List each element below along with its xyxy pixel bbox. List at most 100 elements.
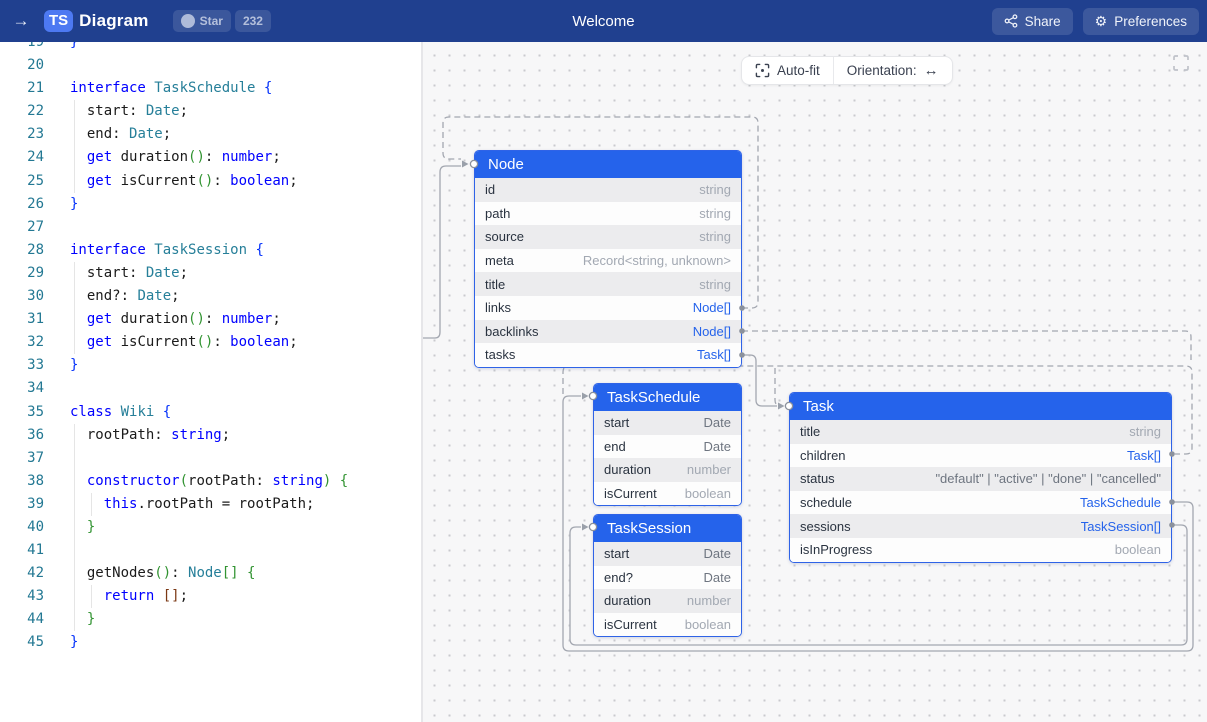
code-text: end?: Date;	[70, 288, 180, 304]
entity-title-taskschedule[interactable]: TaskSchedule	[594, 384, 741, 411]
code-line-20[interactable]: 20	[0, 54, 421, 77]
entity-title-node[interactable]: Node	[475, 151, 741, 178]
code-text: class Wiki {	[70, 404, 171, 420]
edge-arrowhead	[582, 524, 589, 531]
entity-row-task-status: status"default" | "active" | "done" | "c…	[790, 467, 1171, 491]
code-line-29[interactable]: 29 start: Date;	[0, 262, 421, 285]
github-star-button[interactable]: Star	[173, 10, 231, 32]
code-text: get isCurrent(): boolean;	[70, 334, 298, 350]
entity-box-tasksession[interactable]: TaskSessionstartDateend?Datedurationnumb…	[593, 514, 742, 637]
code-line-33[interactable]: 33}	[0, 354, 421, 377]
code-line-23[interactable]: 23 end: Date;	[0, 123, 421, 146]
orientation-button[interactable]: Orientation: ↔	[834, 57, 952, 84]
code-line-27[interactable]: 27	[0, 216, 421, 239]
diagram-canvas[interactable]: NodeidstringpathstringsourcestringmetaRe…	[423, 42, 1207, 722]
property-type: string	[699, 206, 731, 221]
entity-row-taskschedule-end: endDate	[594, 435, 741, 459]
line-number: 24	[0, 146, 44, 169]
code-line-37[interactable]: 37	[0, 447, 421, 470]
code-line-43[interactable]: 43 return [];	[0, 585, 421, 608]
code-line-32[interactable]: 32 get isCurrent(): boolean;	[0, 331, 421, 354]
code-line-25[interactable]: 25 get isCurrent(): boolean;	[0, 170, 421, 193]
code-line-21[interactable]: 21interface TaskSchedule {	[0, 77, 421, 100]
logo-text: Diagram	[79, 11, 148, 31]
line-number: 40	[0, 516, 44, 539]
fullscreen-button[interactable]	[1171, 54, 1191, 74]
code-line-45[interactable]: 45}	[0, 631, 421, 654]
code-text: }	[70, 42, 78, 50]
code-line-31[interactable]: 31 get duration(): number;	[0, 308, 421, 331]
property-type: Date	[704, 546, 731, 561]
indent-guide	[74, 308, 75, 331]
entity-title-task[interactable]: Task	[790, 393, 1171, 420]
entity-row-node-source: sourcestring	[475, 225, 741, 249]
entity-box-node[interactable]: NodeidstringpathstringsourcestringmetaRe…	[474, 150, 742, 368]
indent-guide	[74, 516, 75, 539]
property-name: children	[800, 448, 846, 463]
entity-row-task-schedule: scheduleTaskSchedule	[790, 491, 1171, 515]
preferences-label: Preferences	[1114, 14, 1187, 29]
entity-row-tasksession-end: end?Date	[594, 566, 741, 590]
code-line-26[interactable]: 26}	[0, 193, 421, 216]
property-type[interactable]: Node[]	[693, 324, 731, 339]
edge-wiki-to-node	[423, 166, 461, 338]
property-type[interactable]: Node[]	[693, 300, 731, 315]
share-label: Share	[1025, 14, 1061, 29]
code-line-30[interactable]: 30 end?: Date;	[0, 285, 421, 308]
indent-guide	[74, 493, 75, 516]
indent-guide	[74, 331, 75, 354]
share-icon	[1004, 14, 1018, 28]
code-line-44[interactable]: 44 }	[0, 608, 421, 631]
indent-guide	[91, 493, 92, 516]
line-number: 43	[0, 585, 44, 608]
property-name: status	[800, 471, 835, 486]
property-type[interactable]: Task[]	[697, 347, 731, 362]
code-line-19[interactable]: 19}	[0, 42, 421, 54]
github-star-count[interactable]: 232	[235, 10, 271, 32]
property-type: string	[699, 277, 731, 292]
code-line-36[interactable]: 36 rootPath: string;	[0, 424, 421, 447]
indent-guide	[74, 585, 75, 608]
topbar: → TS Diagram Star 232 Welcome Share ⚙ Pr…	[0, 0, 1207, 42]
share-button[interactable]: Share	[992, 8, 1073, 35]
auto-fit-button[interactable]: Auto-fit	[742, 57, 833, 84]
line-number: 44	[0, 608, 44, 631]
line-number: 20	[0, 54, 44, 77]
github-star-widget[interactable]: Star 232	[173, 10, 271, 32]
entity-box-taskschedule[interactable]: TaskSchedulestartDateendDatedurationnumb…	[593, 383, 742, 506]
entity-row-node-meta: metaRecord<string, unknown>	[475, 249, 741, 273]
code-line-24[interactable]: 24 get duration(): number;	[0, 146, 421, 169]
indent-guide	[91, 585, 92, 608]
code-line-41[interactable]: 41	[0, 539, 421, 562]
entity-title-tasksession[interactable]: TaskSession	[594, 515, 741, 542]
code-text: }	[70, 357, 78, 373]
entity-row-tasksession-start: startDate	[594, 542, 741, 566]
entity-row-tasksession-isCurrent: isCurrentboolean	[594, 613, 741, 637]
code-line-42[interactable]: 42 getNodes(): Node[] {	[0, 562, 421, 585]
code-editor[interactable]: 19}2021interface TaskSchedule {22 start:…	[0, 42, 423, 722]
code-line-39[interactable]: 39 this.rootPath = rootPath;	[0, 493, 421, 516]
code-line-22[interactable]: 22 start: Date;	[0, 100, 421, 123]
code-line-34[interactable]: 34	[0, 377, 421, 400]
property-type[interactable]: TaskSchedule	[1080, 495, 1161, 510]
code-line-40[interactable]: 40 }	[0, 516, 421, 539]
preferences-button[interactable]: ⚙ Preferences	[1083, 8, 1199, 35]
property-type[interactable]: TaskSession[]	[1081, 519, 1161, 534]
entity-box-task[interactable]: TasktitlestringchildrenTask[]status"defa…	[789, 392, 1172, 563]
code-line-28[interactable]: 28interface TaskSession {	[0, 239, 421, 262]
collapse-editor-icon[interactable]: →	[8, 11, 34, 31]
code-text: interface TaskSession {	[70, 242, 264, 258]
property-type: Record<string, unknown>	[583, 253, 731, 268]
property-type[interactable]: Task[]	[1127, 448, 1161, 463]
property-type: Date	[704, 439, 731, 454]
edge-arrowhead	[778, 403, 785, 410]
line-number: 36	[0, 424, 44, 447]
code-line-35[interactable]: 35class Wiki {	[0, 401, 421, 424]
code-text: rootPath: string;	[70, 427, 230, 443]
line-number: 19	[0, 42, 44, 54]
line-number: 23	[0, 123, 44, 146]
edge-arrowhead	[582, 393, 589, 400]
code-line-38[interactable]: 38 constructor(rootPath: string) {	[0, 470, 421, 493]
line-number: 41	[0, 539, 44, 562]
property-type: boolean	[1115, 542, 1161, 557]
